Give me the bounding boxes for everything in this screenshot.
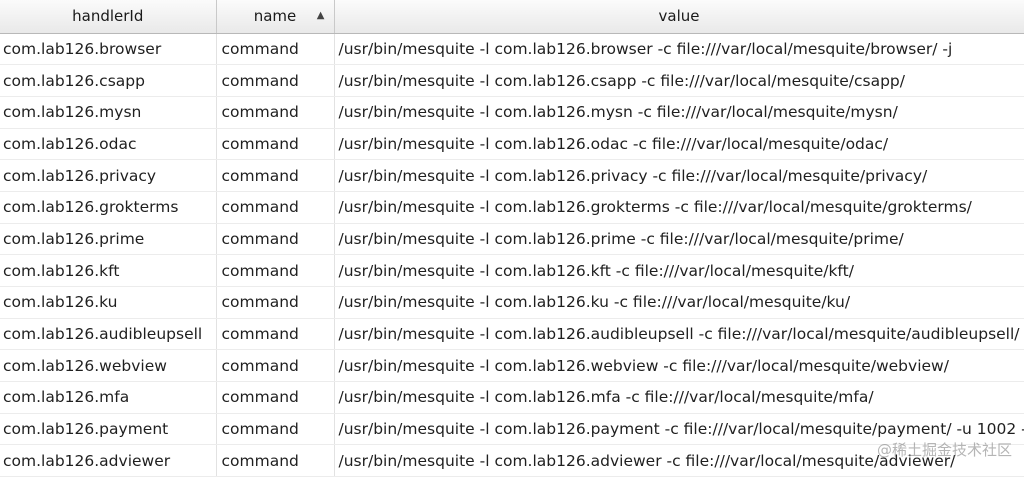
column-header-label: name [253,7,297,26]
cell-name[interactable]: command [216,349,335,383]
cell-handlerid[interactable]: com.lab126.adviewer [0,444,217,478]
cell-name[interactable]: command [216,159,335,192]
column-header-name[interactable]: name ▲ [216,0,335,34]
cell-name[interactable]: command [216,223,335,256]
cell-value[interactable]: /usr/bin/mesquite -l com.lab126.prime -c… [334,223,1024,256]
cell-value[interactable]: /usr/bin/mesquite -l com.lab126.csapp -c… [334,64,1024,97]
cell-value[interactable]: /usr/bin/mesquite -l com.lab126.kft -c f… [334,254,1024,287]
table-row[interactable]: com.lab126.ku command/usr/bin/mesquite -l… [0,286,1024,319]
header-row: handlerId name ▲ value [0,0,1024,34]
cell-value[interactable]: /usr/bin/mesquite -l com.lab126.payment … [334,413,1024,446]
cell-name[interactable]: command [216,444,335,478]
sort-ascending-icon: ▲ [316,10,325,21]
cell-handlerid[interactable]: com.lab126.browser [0,33,217,66]
table-row[interactable]: com.lab126.mysn command/usr/bin/mesquite … [0,96,1024,129]
table-row[interactable]: com.lab126.browser command/usr/bin/mesqui… [0,33,1024,66]
cell-value[interactable]: /usr/bin/mesquite -l com.lab126.browser … [334,33,1024,66]
handler-table-window: handlerId name ▲ value com.lab126.browse… [0,0,1024,478]
cell-handlerid[interactable]: com.lab126.payment [0,413,217,446]
cell-value[interactable]: /usr/bin/mesquite -l com.lab126.audibleu… [334,318,1024,351]
cell-name[interactable]: command [216,128,335,161]
cell-value[interactable]: /usr/bin/mesquite -l com.lab126.privacy … [334,159,1024,192]
table-row[interactable]: com.lab126.grokterms command/usr/bin/mesq… [0,191,1024,224]
table-header: handlerId name ▲ value [0,0,1024,34]
cell-name[interactable]: command [216,96,335,129]
cell-handlerid[interactable]: com.lab126.mysn [0,96,217,129]
cell-handlerid[interactable]: com.lab126.grokterms [0,191,217,224]
cell-handlerid[interactable]: com.lab126.ku [0,286,217,319]
cell-name[interactable]: command [216,254,335,287]
cell-value[interactable]: /usr/bin/mesquite -l com.lab126.adviewer… [334,444,1024,478]
cell-handlerid[interactable]: com.lab126.audibleupsell [0,318,217,351]
cell-handlerid[interactable]: com.lab126.webview [0,349,217,383]
cell-name[interactable]: command [216,413,335,446]
table-row[interactable]: com.lab126.prime command/usr/bin/mesquite… [0,223,1024,256]
cell-value[interactable]: /usr/bin/mesquite -l com.lab126.grokterm… [334,191,1024,224]
cell-value[interactable]: /usr/bin/mesquite -l com.lab126.mysn -c … [334,96,1024,129]
cell-name[interactable]: command [216,64,335,97]
cell-handlerid[interactable]: com.lab126.mfa [0,381,217,414]
cell-value[interactable]: /usr/bin/mesquite -l com.lab126.mfa -c f… [334,381,1024,414]
cell-handlerid[interactable]: com.lab126.prime [0,223,217,256]
handler-table: handlerId name ▲ value com.lab126.browse… [0,0,1024,478]
table-row[interactable]: com.lab126.csapp command/usr/bin/mesquite… [0,64,1024,97]
column-header-label: value [658,7,700,26]
cell-handlerid[interactable]: com.lab126.privacy [0,159,217,192]
table-row[interactable]: com.lab126.odac command/usr/bin/mesquite … [0,128,1024,161]
table-row[interactable]: com.lab126.payment command/usr/bin/mesqui… [0,413,1024,446]
table-row[interactable]: com.lab126.kft command/usr/bin/mesquite -… [0,254,1024,287]
cell-name[interactable]: command [216,318,335,351]
cell-value[interactable]: /usr/bin/mesquite -l com.lab126.odac -c … [334,128,1024,161]
cell-name[interactable]: command [216,286,335,319]
cell-handlerid[interactable]: com.lab126.odac [0,128,217,161]
cell-name[interactable]: command [216,191,335,224]
table-row[interactable]: com.lab126.privacy command/usr/bin/mesqui… [0,159,1024,192]
cell-name[interactable]: command [216,33,335,66]
table-row[interactable]: com.lab126.webview command/usr/bin/mesqui… [0,349,1024,383]
cell-value[interactable]: /usr/bin/mesquite -l com.lab126.ku -c fi… [334,286,1024,319]
column-header-label: handlerId [72,7,144,26]
table-row[interactable]: com.lab126.mfa command/usr/bin/mesquite -… [0,381,1024,414]
table-row[interactable]: com.lab126.audibleupsell command/usr/bin/… [0,318,1024,351]
table-body: com.lab126.browser command/usr/bin/mesqui… [0,33,1024,478]
cell-handlerid[interactable]: com.lab126.kft [0,254,217,287]
cell-name[interactable]: command [216,381,335,414]
column-header-value[interactable]: value [334,0,1024,34]
cell-value[interactable]: /usr/bin/mesquite -l com.lab126.webview … [334,349,1024,383]
cell-handlerid[interactable]: com.lab126.csapp [0,64,217,97]
column-header-handlerid[interactable]: handlerId [0,0,217,34]
table-row[interactable]: com.lab126.adviewer command/usr/bin/mesqu… [0,444,1024,478]
